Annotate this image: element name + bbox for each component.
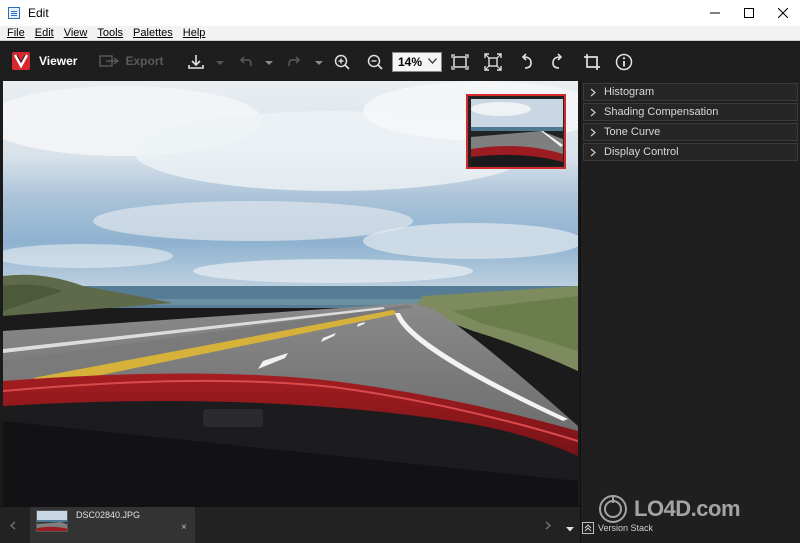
close-icon [778,8,788,18]
menu-file[interactable]: File [2,26,30,41]
palette-tone-curve-label: Tone Curve [604,126,661,138]
zoom-in-icon[interactable] [331,51,353,73]
app-icon [8,7,20,19]
download-dropdown-icon[interactable] [216,58,224,68]
watermark: LO4D.com [598,494,741,524]
rotate-left-icon[interactable] [515,51,537,73]
full-screen-icon[interactable] [482,51,504,73]
palette-histogram-label: Histogram [604,86,655,98]
export-label: Export [125,54,164,68]
rotate-right-icon[interactable] [547,51,569,73]
menu-view[interactable]: View [59,26,93,41]
redo-dropdown-icon[interactable] [315,58,323,68]
download-icon[interactable] [185,51,207,73]
navigator-image [471,99,563,166]
zoom-level-value: 14% [398,55,423,69]
window-controls [698,0,800,26]
watermark-text: LO4D.com [634,496,741,521]
chevron-down-icon [428,58,437,64]
menu-edit[interactable]: Edit [30,26,59,41]
palette-shading-compensation-label: Shading Compensation [604,106,719,118]
palette-display-control[interactable]: Display Control [583,143,798,161]
menu-bar: File Edit View Tools Palettes Help [0,26,800,41]
filmstrip-menu-button[interactable] [566,521,574,535]
maximize-icon [744,8,754,18]
caret-down-icon [566,527,574,532]
close-window-button[interactable] [766,0,800,26]
navigator-thumbnail[interactable] [466,94,566,169]
chevron-right-icon [590,128,604,137]
palette-panel: Histogram Shading Compensation Tone Curv… [580,81,800,543]
viewer-button[interactable]: Viewer [12,47,77,75]
zoom-out-icon[interactable] [364,51,386,73]
chevron-left-icon [10,521,16,530]
filmstrip-next-button[interactable] [545,519,551,533]
menu-help[interactable]: Help [178,26,211,41]
filmstrip-prev-button[interactable] [10,519,16,533]
palette-tone-curve[interactable]: Tone Curve [583,123,798,141]
redo-icon[interactable] [284,51,306,73]
fit-screen-icon[interactable] [449,51,471,73]
menu-palettes[interactable]: Palettes [128,26,178,41]
app-window: Edit File Edit View Tools Palettes Help … [0,0,800,543]
filmstrip: DSC02840.JPG × [0,506,580,543]
export-icon [99,55,120,67]
palette-shading-compensation[interactable]: Shading Compensation [583,103,798,121]
info-icon[interactable] [613,51,635,73]
window-title: Edit [28,6,49,20]
filmstrip-filename: DSC02840.JPG [76,510,141,520]
crop-icon[interactable] [581,51,603,73]
title-bar: Edit [0,0,800,26]
export-button[interactable]: Export [99,54,164,68]
lo4d-logo-icon [599,495,627,523]
chevron-right-icon [590,108,604,117]
filmstrip-close-button[interactable]: × [181,522,187,533]
viewer-logo-icon [12,52,30,70]
viewer-label: Viewer [39,54,78,68]
minimize-icon [710,12,720,14]
chevron-right-icon [545,521,551,530]
chevron-right-icon [590,148,604,157]
filmstrip-item[interactable]: DSC02840.JPG × [30,507,195,543]
version-stack-label: Version Stack [598,523,654,533]
minimize-button[interactable] [698,0,732,26]
undo-icon[interactable] [234,51,256,73]
filmstrip-thumbnail [36,510,68,532]
chevron-right-icon [590,88,604,97]
palette-display-control-label: Display Control [604,146,679,158]
double-chevron-up-icon [582,522,594,534]
palette-histogram[interactable]: Histogram [583,83,798,101]
maximize-button[interactable] [732,0,766,26]
menu-tools[interactable]: Tools [92,26,128,41]
zoom-level-select[interactable]: 14% [392,52,442,72]
undo-dropdown-icon[interactable] [265,58,273,68]
